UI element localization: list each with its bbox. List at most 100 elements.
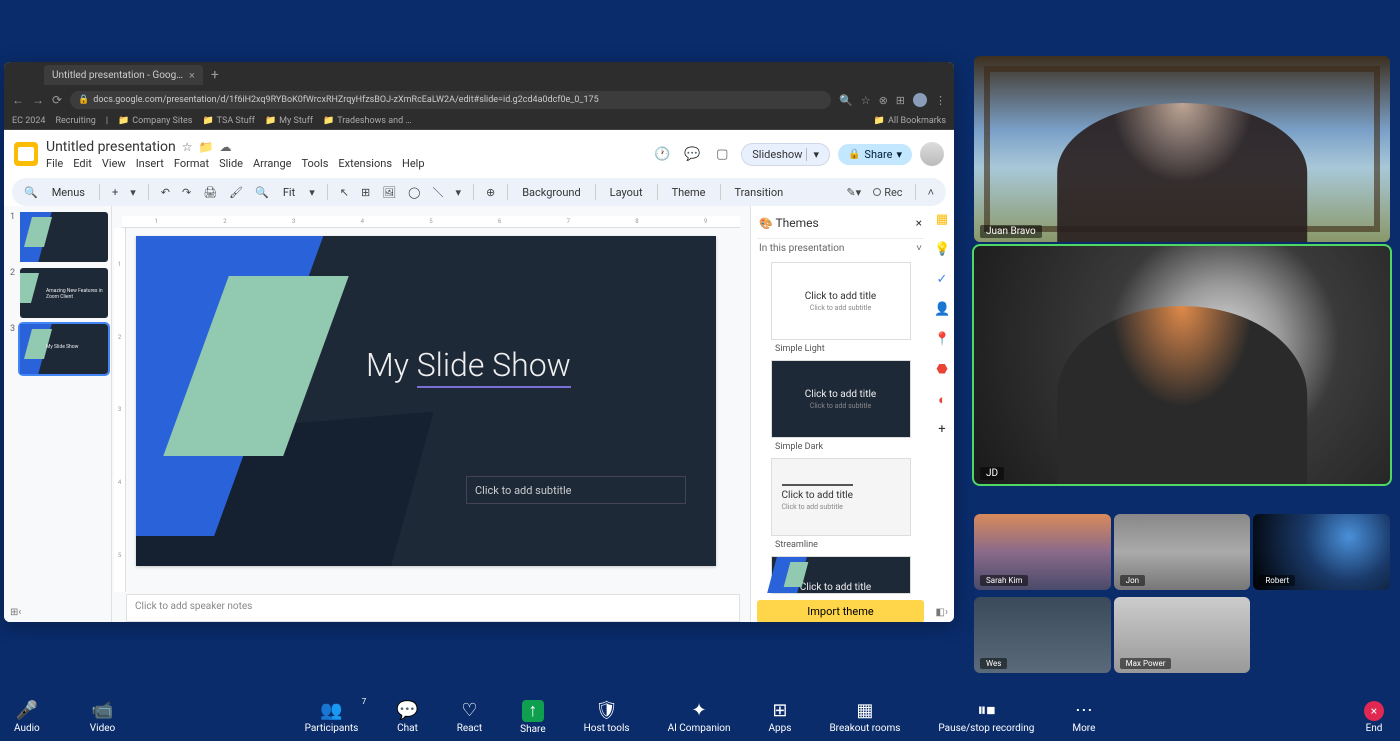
back-icon[interactable]: ←	[12, 93, 24, 107]
more-button[interactable]: ⋯ More	[1072, 701, 1095, 734]
star-icon[interactable]: ☆	[182, 140, 193, 154]
contacts-icon[interactable]: 👤	[934, 302, 950, 318]
addon-icon[interactable]: ⬣	[934, 362, 950, 378]
dropdown-icon[interactable]: ▾	[806, 148, 819, 161]
add-icon[interactable]: +	[934, 422, 950, 438]
subtitle-placeholder[interactable]: Click to add subtitle	[466, 476, 686, 504]
all-bookmarks[interactable]: 📁 All Bookmarks	[874, 116, 946, 126]
chevron-right-icon[interactable]: ›	[945, 607, 948, 618]
breakout-button[interactable]: ▦ Breakout rooms	[829, 701, 900, 734]
bookmark-folder[interactable]: 📁 Tradeshows and …	[323, 116, 411, 126]
participant-video[interactable]: JD	[974, 246, 1390, 484]
move-icon[interactable]: 📁	[199, 140, 214, 154]
menu-edit[interactable]: Edit	[73, 157, 92, 170]
slide-thumb[interactable]: 1	[20, 212, 108, 262]
meet-icon[interactable]: ▢	[711, 143, 733, 165]
search-icon[interactable]: 🔍	[20, 184, 42, 201]
menu-format[interactable]: Format	[174, 157, 209, 170]
line-icon[interactable]: ＼	[428, 182, 447, 202]
new-tab-icon[interactable]: +	[211, 67, 219, 83]
bookmark-folder[interactable]: 📁 Company Sites	[118, 116, 192, 126]
menu-tools[interactable]: Tools	[301, 157, 328, 170]
print-icon[interactable]: 🖨	[199, 184, 221, 201]
search-icon[interactable]: 🔍	[839, 94, 853, 107]
participant-video[interactable]: Max Power	[1114, 597, 1251, 673]
slides-logo-icon[interactable]	[14, 142, 38, 166]
undo-icon[interactable]: ↶	[157, 184, 174, 201]
browser-tab[interactable]: Untitled presentation - Goog… ×	[44, 65, 203, 85]
shape-icon[interactable]: ◯	[404, 184, 424, 201]
theme-option[interactable]: Click to add title	[771, 556, 911, 594]
tab-close-icon[interactable]: ×	[189, 69, 195, 82]
themes-section-toggle[interactable]: In this presentation ˅	[757, 238, 924, 258]
menu-slide[interactable]: Slide	[219, 157, 243, 170]
maps-icon[interactable]: 📍	[934, 332, 950, 348]
background-button[interactable]: Background	[516, 184, 586, 201]
participants-button[interactable]: 👥 7 Participants	[305, 701, 359, 734]
share-button[interactable]: Share ▾	[838, 144, 912, 165]
extensions-icon[interactable]: ⊗	[879, 94, 888, 107]
slide-title-text[interactable]: My Slide Show	[366, 346, 571, 388]
menu-file[interactable]: File	[46, 157, 63, 170]
dropdown-icon[interactable]: ▾	[305, 184, 319, 201]
puzzle-icon[interactable]: ⊞	[896, 94, 905, 107]
textbox-icon[interactable]: ⊞	[357, 184, 374, 201]
comment-add-icon[interactable]: ⊕	[482, 184, 499, 201]
explore-icon[interactable]: ◧	[936, 607, 945, 618]
participant-video[interactable]: Jon	[1114, 514, 1251, 590]
cursor-icon[interactable]: ↖	[336, 184, 353, 201]
chat-button[interactable]: 💬 Chat	[396, 701, 418, 734]
refresh-icon[interactable]: ⟳	[52, 93, 62, 107]
address-bar[interactable]: 🔒 docs.google.com/presentation/d/1f6iH2x…	[70, 91, 831, 109]
menu-insert[interactable]: Insert	[136, 157, 164, 170]
end-button[interactable]: × End	[1364, 701, 1384, 734]
addon-icon[interactable]: ◐	[934, 392, 950, 408]
dropdown-icon[interactable]: ▾	[896, 148, 902, 161]
menu-arrange[interactable]: Arrange	[253, 157, 291, 170]
keep-icon[interactable]: 💡	[934, 242, 950, 258]
record-button[interactable]: ⏸⏹ Pause/stop recording	[938, 701, 1034, 734]
transition-button[interactable]: Transition	[729, 184, 790, 201]
grid-icon[interactable]: ⊞	[10, 607, 18, 618]
tasks-icon[interactable]: ✓	[934, 272, 950, 288]
slide-canvas[interactable]: My Slide Show Click to add subtitle	[136, 236, 716, 566]
react-button[interactable]: ♡ React	[457, 701, 482, 734]
star-icon[interactable]: ☆	[861, 94, 871, 107]
history-icon[interactable]: 🕐	[651, 143, 673, 165]
forward-icon[interactable]: →	[32, 93, 44, 107]
bookmark-item[interactable]: Recruiting	[55, 116, 95, 126]
calendar-icon[interactable]: ▦	[934, 212, 950, 228]
chevron-left-icon[interactable]: ‹	[18, 607, 21, 618]
zoom-fit[interactable]: Fit	[277, 184, 301, 201]
participant-video[interactable]: Juan Bravo	[974, 56, 1390, 242]
chevron-up-icon[interactable]: ˄	[924, 184, 938, 201]
bookmark-folder[interactable]: 📁 My Stuff	[265, 116, 313, 126]
menu-extensions[interactable]: Extensions	[338, 157, 392, 170]
user-avatar[interactable]	[920, 142, 944, 166]
ai-companion-button[interactable]: ✦ AI Companion	[668, 701, 731, 734]
participant-video[interactable]: Robert	[1253, 514, 1390, 590]
theme-option[interactable]: Click to add title Click to add subtitle	[771, 360, 911, 438]
theme-option[interactable]: Click to add title Click to add subtitle	[771, 262, 911, 340]
new-slide-icon[interactable]: +	[108, 184, 122, 201]
host-tools-button[interactable]: 🛡 Host tools	[584, 701, 630, 734]
pen-icon[interactable]: ✎▾	[842, 184, 865, 201]
theme-option[interactable]: Click to add title Click to add subtitle	[771, 458, 911, 536]
close-icon[interactable]: ×	[916, 216, 922, 230]
paint-icon[interactable]: 🖌	[225, 184, 247, 201]
layout-button[interactable]: Layout	[604, 184, 649, 201]
bookmark-folder[interactable]: 📁 TSA Stuff	[202, 116, 254, 126]
comment-icon[interactable]: 💬	[681, 143, 703, 165]
theme-button[interactable]: Theme	[666, 184, 712, 201]
audio-button[interactable]: 🎤 Audio	[14, 701, 40, 734]
new-slide-dropdown-icon[interactable]: ▾	[126, 184, 140, 201]
slideshow-button[interactable]: Slideshow ▾	[741, 143, 830, 166]
menus-button[interactable]: Menus	[46, 184, 91, 201]
redo-icon[interactable]: ↷	[178, 184, 195, 201]
menu-help[interactable]: Help	[402, 157, 425, 170]
menu-icon[interactable]: ⋮	[935, 94, 946, 107]
profile-avatar[interactable]	[913, 93, 927, 107]
presentation-title[interactable]: Untitled presentation	[46, 139, 176, 155]
participant-video[interactable]: Sarah Kim	[974, 514, 1111, 590]
slide-thumb[interactable]: 3 My Slide Show	[20, 324, 108, 374]
